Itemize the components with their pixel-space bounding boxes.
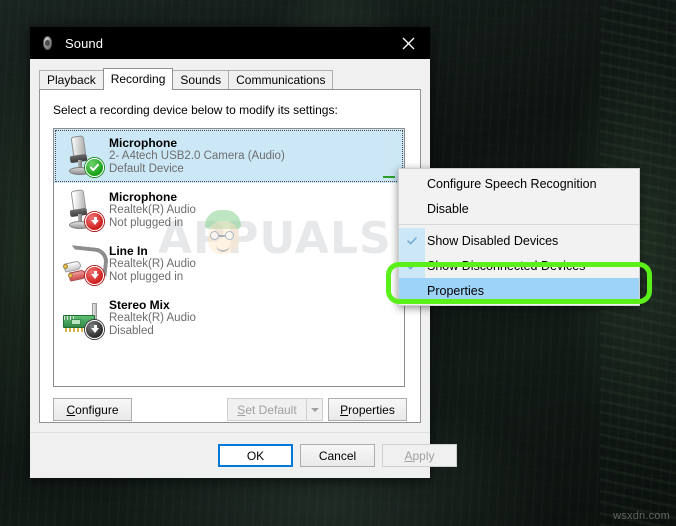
set-default-label-rest: et Default bbox=[245, 402, 297, 417]
ok-button[interactable]: OK bbox=[218, 444, 293, 467]
properties-button[interactable]: Properties bbox=[328, 398, 407, 421]
tab-playback[interactable]: Playback bbox=[39, 70, 104, 89]
menu-item-label: Properties bbox=[427, 283, 484, 298]
level-meter bbox=[383, 133, 395, 178]
device-status: Default Device bbox=[109, 163, 184, 175]
chevron-down-icon[interactable] bbox=[306, 398, 323, 421]
properties-accel: P bbox=[340, 402, 349, 417]
menu-item-label: Show Disconnected Devices bbox=[427, 258, 586, 273]
device-name: Stereo Mix bbox=[109, 298, 170, 312]
cancel-button[interactable]: Cancel bbox=[300, 444, 375, 467]
apply-label-rest: pply bbox=[412, 448, 435, 463]
window-title: Sound bbox=[65, 35, 104, 51]
device-status: Not plugged in bbox=[109, 217, 184, 229]
check-badge bbox=[85, 158, 104, 177]
menu-item-label: Show Disabled Devices bbox=[427, 233, 559, 248]
device-name: Line In bbox=[109, 244, 148, 258]
tab-communications[interactable]: Communications bbox=[228, 70, 334, 89]
menu-check-gutter bbox=[399, 171, 425, 196]
tab-sounds[interactable]: Sounds bbox=[172, 70, 230, 89]
menu-separator bbox=[399, 224, 639, 225]
device-action-buttons: Configure Set Default Properties bbox=[53, 398, 407, 423]
configure-accel: C bbox=[66, 402, 76, 417]
device-info: Microphone Realtek(R) Audio Not plugged … bbox=[109, 190, 404, 230]
table-row[interactable]: Line In Realtek(R) Audio Not plugged in bbox=[54, 237, 404, 291]
menu-item-label: Disable bbox=[427, 201, 469, 216]
corner-watermark: wsxdn.com bbox=[613, 510, 670, 522]
pci-card-icon bbox=[59, 295, 105, 341]
device-driver: Realtek(R) Audio bbox=[109, 312, 196, 324]
device-driver: Realtek(R) Audio bbox=[109, 204, 196, 216]
device-name: Microphone bbox=[109, 136, 177, 150]
microphone-icon bbox=[59, 133, 105, 179]
configure-button[interactable]: Configure bbox=[53, 398, 132, 421]
menu-item-show-disabled-devices[interactable]: Show Disabled Devices bbox=[399, 228, 639, 253]
configure-label-rest: onfigure bbox=[75, 402, 119, 417]
page-prompt: Select a recording device below to modif… bbox=[53, 103, 338, 117]
apply-button[interactable]: Apply bbox=[382, 444, 457, 467]
rca-cable-icon bbox=[59, 241, 110, 287]
red-down-arrow-badge bbox=[85, 212, 104, 231]
tab-strip: Playback Recording Sounds Communications bbox=[39, 68, 430, 90]
desktop-background: Sound Playback Recording Sounds Communic… bbox=[0, 0, 676, 526]
device-driver: 2- A4tech USB2.0 Camera (Audio) bbox=[109, 150, 285, 162]
menu-item-label: Configure Speech Recognition bbox=[427, 176, 597, 191]
checkmark-icon bbox=[399, 228, 425, 253]
table-row[interactable]: Stereo Mix Realtek(R) Audio Disabled bbox=[54, 291, 404, 345]
table-row[interactable]: Microphone 2- A4tech USB2.0 Camera (Audi… bbox=[54, 129, 404, 183]
dialog-footer: OK Cancel Apply bbox=[30, 432, 457, 478]
device-driver: Realtek(R) Audio bbox=[109, 258, 196, 270]
device-info: Microphone 2- A4tech USB2.0 Camera (Audi… bbox=[109, 136, 404, 176]
menu-check-gutter bbox=[399, 196, 425, 221]
menu-item-show-disconnected-devices[interactable]: Show Disconnected Devices bbox=[399, 253, 639, 278]
speaker-icon bbox=[40, 35, 56, 51]
device-status: Disabled bbox=[109, 325, 154, 337]
device-name: Microphone bbox=[109, 190, 177, 204]
device-info: Stereo Mix Realtek(R) Audio Disabled bbox=[109, 298, 404, 338]
tab-recording[interactable]: Recording bbox=[102, 68, 174, 90]
recording-tab-page: Select a recording device below to modif… bbox=[39, 89, 421, 423]
apply-accel: A bbox=[404, 448, 413, 463]
menu-item-disable[interactable]: Disable bbox=[399, 196, 639, 221]
sound-dialog: Sound Playback Recording Sounds Communic… bbox=[30, 27, 457, 478]
recording-device-list[interactable]: Microphone 2- A4tech USB2.0 Camera (Audi… bbox=[53, 128, 405, 387]
table-row[interactable]: Microphone Realtek(R) Audio Not plugged … bbox=[54, 183, 404, 237]
context-menu: Configure Speech Recognition Disable Sho… bbox=[398, 168, 640, 306]
window-titlebar: Sound bbox=[30, 27, 430, 59]
close-icon[interactable] bbox=[386, 27, 430, 59]
dialog-body: Playback Recording Sounds Communications… bbox=[30, 59, 430, 432]
dark-down-arrow-badge bbox=[85, 320, 104, 339]
microphone-icon bbox=[59, 187, 105, 233]
set-default-button[interactable]: Set Default bbox=[227, 398, 306, 421]
menu-item-properties[interactable]: Properties bbox=[399, 278, 639, 303]
red-down-arrow-badge bbox=[85, 266, 104, 285]
device-status: Not plugged in bbox=[109, 271, 184, 283]
checkmark-icon bbox=[399, 253, 425, 278]
set-default-split-button[interactable]: Set Default bbox=[227, 398, 323, 421]
properties-label-rest: roperties bbox=[348, 402, 395, 417]
menu-check-gutter bbox=[399, 278, 425, 303]
device-info: Line In Realtek(R) Audio Not plugged in bbox=[109, 244, 404, 284]
menu-item-configure-speech-recognition[interactable]: Configure Speech Recognition bbox=[399, 171, 639, 196]
